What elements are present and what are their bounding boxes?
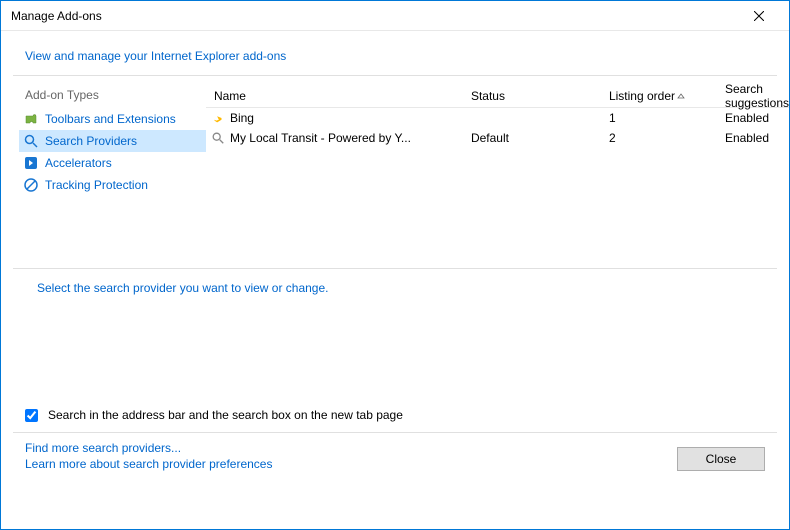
find-more-providers-link[interactable]: Find more search providers... — [25, 441, 272, 455]
close-button[interactable]: Close — [677, 447, 765, 471]
sort-ascending-icon — [677, 92, 685, 100]
sidebar-header: Add-on Types — [19, 88, 206, 108]
column-status[interactable]: Status — [471, 89, 609, 103]
window-close-button[interactable] — [739, 2, 779, 30]
sidebar-item-tracking-protection[interactable]: Tracking Protection — [19, 174, 206, 196]
window-title: Manage Add-ons — [11, 9, 739, 23]
address-bar-search-checkbox[interactable] — [25, 409, 38, 422]
hint-text: Select the search provider you want to v… — [37, 281, 329, 295]
titlebar: Manage Add-ons — [1, 1, 789, 31]
sidebar-item-toolbars[interactable]: Toolbars and Extensions — [19, 108, 206, 130]
checkbox-row: Search in the address bar and the search… — [1, 408, 789, 432]
table-row[interactable]: Bing 1 Enabled — [206, 108, 789, 128]
table-row[interactable]: My Local Transit - Powered by Y... Defau… — [206, 128, 789, 148]
sidebar-item-label: Search Providers — [45, 134, 137, 148]
footer-links: Find more search providers... Learn more… — [25, 441, 272, 471]
sidebar-item-label: Accelerators — [45, 156, 112, 170]
sidebar: Add-on Types Toolbars and Extensions Sea… — [1, 76, 206, 268]
column-order-label: Listing order — [609, 89, 675, 103]
search-provider-icon — [210, 130, 226, 146]
footer: Find more search providers... Learn more… — [13, 432, 777, 481]
header-link-area: View and manage your Internet Explorer a… — [1, 31, 789, 75]
block-icon — [23, 177, 39, 193]
learn-more-link[interactable]: Learn more about search provider prefere… — [25, 457, 272, 471]
close-icon — [754, 11, 764, 21]
search-icon — [23, 133, 39, 149]
row-suggestions: Enabled — [725, 111, 789, 125]
column-suggestions[interactable]: Search suggestions — [725, 82, 789, 110]
column-listing-order[interactable]: Listing order — [609, 89, 725, 103]
table-header: Name Status Listing order Search suggest… — [206, 84, 789, 108]
row-name: My Local Transit - Powered by Y... — [230, 131, 471, 145]
table-area: Name Status Listing order Search suggest… — [206, 76, 789, 268]
sidebar-item-search-providers[interactable]: Search Providers — [19, 130, 206, 152]
accelerator-icon — [23, 155, 39, 171]
row-order: 2 — [609, 131, 725, 145]
row-status: Default — [471, 131, 609, 145]
bing-icon — [210, 110, 226, 126]
puzzle-icon — [23, 111, 39, 127]
sidebar-item-label: Tracking Protection — [45, 178, 148, 192]
column-name[interactable]: Name — [206, 89, 471, 103]
row-order: 1 — [609, 111, 725, 125]
row-suggestions: Enabled — [725, 131, 789, 145]
detail-pane: Select the search provider you want to v… — [13, 268, 777, 408]
sidebar-item-accelerators[interactable]: Accelerators — [19, 152, 206, 174]
checkbox-label: Search in the address bar and the search… — [48, 408, 403, 422]
main-area: Add-on Types Toolbars and Extensions Sea… — [1, 76, 789, 268]
row-name: Bing — [230, 111, 471, 125]
sidebar-item-label: Toolbars and Extensions — [45, 112, 176, 126]
manage-addons-link[interactable]: View and manage your Internet Explorer a… — [25, 49, 286, 63]
